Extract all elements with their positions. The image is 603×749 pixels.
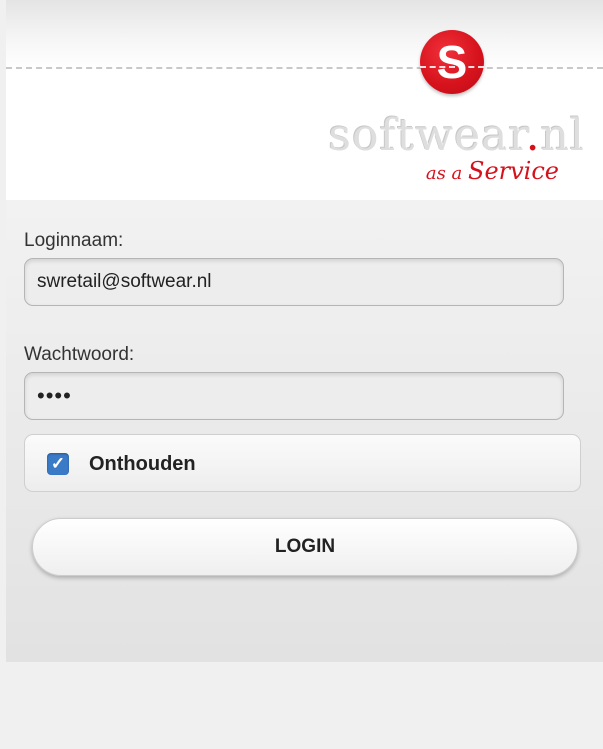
header: S softwear.nl as a Service xyxy=(6,0,603,200)
stitched-line xyxy=(6,67,603,69)
login-form: Loginnaam: swretail@softwear.nl Wachtwoo… xyxy=(6,200,603,662)
tagline-prefix: as a xyxy=(425,163,468,184)
username-label: Loginnaam: xyxy=(24,230,124,251)
checkbox-checked-icon[interactable]: ✓ xyxy=(47,453,69,475)
username-input[interactable]: swretail@softwear.nl xyxy=(24,258,564,306)
remember-me-toggle[interactable]: ✓ Onthouden xyxy=(24,434,581,492)
tagline-service: Service xyxy=(468,157,559,185)
password-input[interactable]: •••• xyxy=(24,372,564,420)
brand-tagline: as a Service xyxy=(425,157,559,185)
password-label: Wachtwoord: xyxy=(24,344,135,365)
badge-letter: S xyxy=(436,36,468,88)
brand-tld: nl xyxy=(540,110,585,161)
softwear-logo-badge: S xyxy=(420,30,484,94)
brand-dot: . xyxy=(525,110,541,161)
remember-me-label: Onthouden xyxy=(89,453,196,475)
brand-wordmark: softwear.nl xyxy=(328,112,585,160)
login-button[interactable]: LOGIN xyxy=(32,518,578,576)
brand-main: softwear xyxy=(328,110,526,161)
